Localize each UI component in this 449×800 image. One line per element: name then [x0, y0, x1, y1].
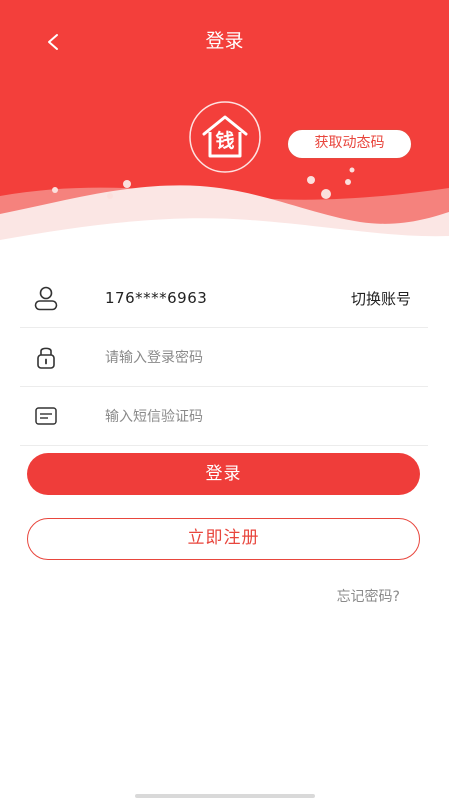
bubble-dot — [52, 187, 58, 193]
password-input[interactable] — [105, 344, 275, 372]
divider — [20, 386, 428, 387]
bubble-dot — [107, 193, 113, 199]
logo-glyph: 钱 — [215, 130, 235, 152]
forgot-password-link[interactable]: 忘记密码? — [337, 586, 400, 606]
bubble-dot — [349, 167, 355, 173]
house-coin-icon: 钱 — [188, 100, 262, 174]
bubble-dot — [307, 176, 315, 184]
bubble-dot — [321, 189, 331, 199]
sms-row — [0, 388, 449, 447]
get-code-button[interactable]: 获取动态码 — [287, 129, 412, 159]
sms-code-input[interactable] — [105, 403, 275, 431]
bubble-dot — [123, 180, 131, 188]
register-button[interactable]: 立即注册 — [27, 518, 420, 560]
divider — [20, 445, 428, 446]
home-indicator — [135, 794, 315, 798]
login-button[interactable]: 登录 — [27, 453, 420, 495]
bubble-dot — [345, 179, 351, 185]
divider — [20, 327, 428, 328]
lock-icon — [32, 343, 60, 371]
user-icon — [32, 284, 60, 312]
switch-account-link[interactable]: 切换账号 — [351, 288, 411, 309]
chevron-left-icon[interactable] — [38, 26, 68, 58]
password-row — [0, 329, 449, 388]
message-icon — [32, 402, 60, 430]
account-row: 176****6963 切换账号 — [0, 270, 449, 329]
phone-number: 176****6963 — [105, 289, 208, 307]
